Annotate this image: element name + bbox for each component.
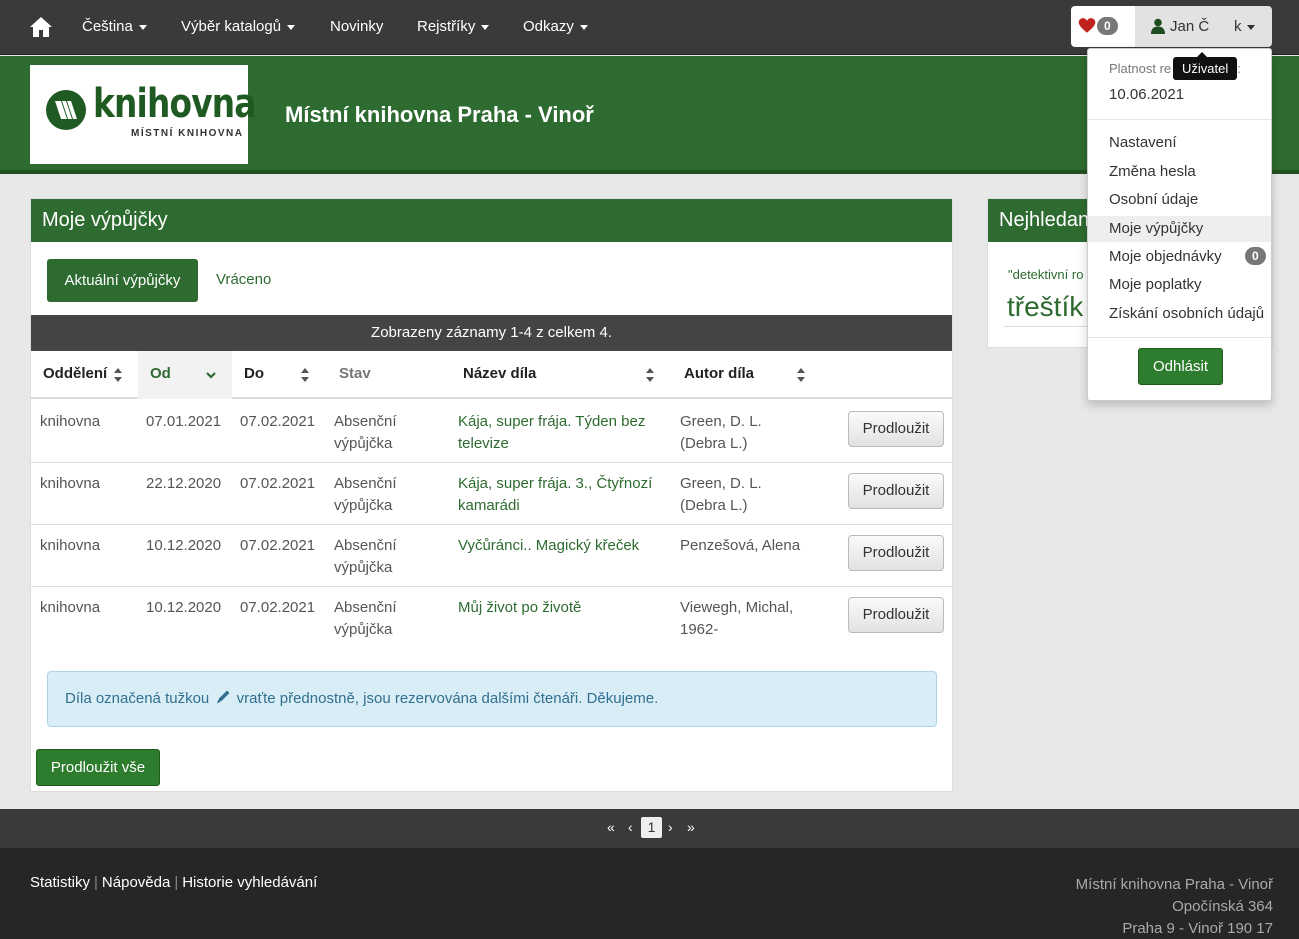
extend-button[interactable]: Prodloužit [848,597,944,633]
col-author[interactable]: Autor díla [672,351,812,399]
table-row: knihovna 10.12.2020 07.02.2021 Absenční v… [31,587,952,649]
library-logo[interactable]: knihovna MÍSTNÍ KNIHOVNA [30,65,256,164]
orders-count-badge: 0 [1245,247,1266,265]
page-first[interactable]: « [607,819,615,835]
cell-author: Green, D. L. (Debra L.) [680,413,762,452]
home-icon[interactable] [29,15,53,39]
cell-to: 07.02.2021 [240,599,316,616]
cell-from: 10.12.2020 [146,599,222,616]
user-tooltip: Uživatel [1173,52,1238,80]
site-footer: Statistiky | Nápověda | Historie vyhledávání… [0,848,1299,939]
footer-link-search-history[interactable]: Historie vyhledávání [182,874,317,891]
library-title: Místní knihovna Praha - Vinoř [285,102,594,127]
cell-department: knihovna [40,599,101,616]
sort-icon [301,368,309,382]
cell-from: 22.12.2020 [146,475,222,492]
page-current[interactable]: 1 [641,817,662,838]
extend-button[interactable]: Prodloužit [848,535,944,571]
cell-author: Viewegh, Michal, 1962- [680,599,794,638]
info-alert: Díla označená tužkou vraťte přednostně, … [47,671,937,727]
cell-from: 10.12.2020 [146,537,222,554]
registration-validity-date: 10.06.2021 [1109,86,1185,103]
heart-icon [1078,18,1096,33]
col-department[interactable]: Oddělení [31,351,138,399]
cell-title-link[interactable]: Kája, super frája. 3., Čtyřnozí kamarádi [458,473,652,517]
tab-current-loans[interactable]: Aktuální výpůjčky [47,259,198,302]
table-row: knihovna 22.12.2020 07.02.2021 Absenční v… [31,463,952,525]
sort-icon [114,368,122,382]
menu-item-my-orders[interactable]: Moje objednávky [1088,244,1271,270]
cell-title-link[interactable]: Kája, super frája. Týden bez televize [458,411,645,455]
favorites-button[interactable]: 0 [1071,6,1135,47]
cell-author: Green, D. L. (Debra L.) [680,475,762,514]
records-info-bar: Zobrazeny záznamy 1-4 z celkem 4. [31,315,952,351]
cell-department: knihovna [40,537,101,554]
logo-subtitle: MÍSTNÍ KNIHOVNA [131,128,244,139]
menu-item-change-password[interactable]: Změna hesla [1088,159,1271,185]
col-title[interactable]: Název díla [451,351,672,399]
tab-returned[interactable]: Vráceno [216,271,271,288]
search-tag-large[interactable]: třeštík [1007,291,1083,323]
top-navbar: Čeština Výběr katalogů Novinky Rejstříky… [0,0,1299,55]
cell-to: 07.02.2021 [240,475,316,492]
footer-address: Místní knihovna Praha - Vinoř Opočínská … [1075,876,1273,937]
col-from[interactable]: Od [138,351,232,399]
menu-item-personal-data-request[interactable]: Získání osobních údajů [1088,301,1271,327]
chevron-down-icon [206,372,216,379]
extend-button[interactable]: Prodloužit [848,411,944,447]
logo-text: knihovna [93,81,256,127]
user-dropdown-menu: Platnost re: 10.06.2021 Nastavení Změna … [1087,48,1272,401]
cell-author: Penzešová, Alena [680,537,801,554]
sort-icon [646,368,654,382]
table-header: Oddělení Od Do Stav Název díla Autor díl… [31,351,952,399]
favorites-count-badge: 0 [1097,17,1118,35]
cell-title-link[interactable]: Vyčůránci.. Magický křeček [458,535,639,557]
divider [1088,337,1271,338]
page-last[interactable]: » [687,819,695,835]
pagination-bar: « ‹ 1 › » [0,809,1299,848]
nav-links[interactable]: Odkazy [523,18,588,35]
table-row: knihovna 07.01.2021 07.02.2021 Absenční v… [31,401,952,463]
nav-indexes[interactable]: Rejstříky [417,18,490,35]
panel-heading: Moje výpůjčky [31,199,952,242]
nav-news[interactable]: Novinky [330,18,383,35]
page-prev[interactable]: ‹ [628,819,633,835]
divider [1088,119,1271,120]
cell-status: Absenční výpůjčka [334,413,397,452]
col-to[interactable]: Do [232,351,327,399]
menu-item-my-fees[interactable]: Moje poplatky [1088,272,1271,298]
table-row: knihovna 10.12.2020 07.02.2021 Absenční v… [31,525,952,587]
col-status: Stav [339,365,371,382]
user-name: Jan Č [1170,18,1210,35]
user-menu-button[interactable]: Jan Č k [1135,6,1272,47]
pencil-icon [217,690,230,704]
page-next[interactable]: › [668,819,673,835]
cell-status: Absenční výpůjčka [334,475,397,514]
logo-book-icon [46,90,86,130]
cell-department: knihovna [40,475,101,492]
cell-department: knihovna [40,413,101,430]
cell-status: Absenční výpůjčka [334,599,397,638]
cell-from: 07.01.2021 [146,413,222,430]
menu-item-my-loans[interactable]: Moje výpůjčky [1088,216,1271,242]
footer-link-statistics[interactable]: Statistiky [30,874,90,891]
nav-catalog-select[interactable]: Výběr katalogů [181,18,296,35]
menu-item-settings[interactable]: Nastavení [1088,130,1271,156]
footer-links: Statistiky | Nápověda | Historie vyhledávání [30,874,318,891]
cell-to: 07.02.2021 [240,413,316,430]
user-name-suffix: k [1234,18,1255,35]
cell-status: Absenční výpůjčka [334,537,397,576]
extend-all-button[interactable]: Prodloužit vše [36,749,160,786]
search-tag-small[interactable]: "detektivní ro [1008,267,1083,282]
logout-button[interactable]: Odhlásit [1138,348,1223,385]
footer-link-help[interactable]: Nápověda [102,874,170,891]
extend-button[interactable]: Prodloužit [848,473,944,509]
loans-panel: Moje výpůjčky Aktuální výpůjčky Vráceno … [30,198,953,792]
cell-to: 07.02.2021 [240,537,316,554]
menu-item-personal-data[interactable]: Osobní údaje [1088,187,1271,213]
nav-language[interactable]: Čeština [82,18,147,35]
cell-title-link[interactable]: Můj život po životě [458,597,581,619]
user-icon [1151,18,1165,34]
sort-icon [797,368,805,382]
